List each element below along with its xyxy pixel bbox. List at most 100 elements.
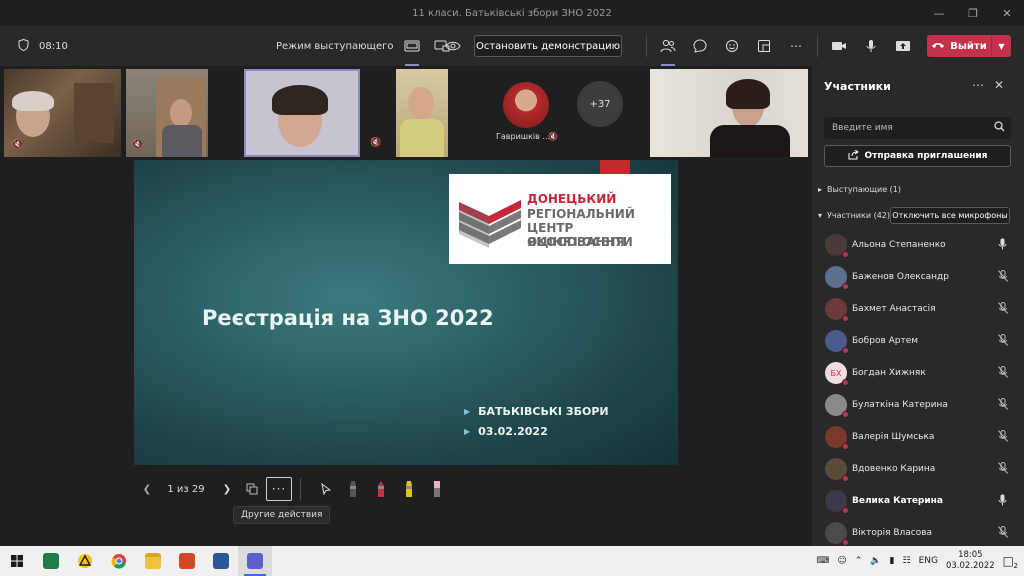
participant-name: Богдан Хижняк — [852, 368, 926, 378]
warning-app-icon[interactable] — [68, 546, 102, 576]
muted-mic-icon[interactable] — [998, 461, 1008, 477]
slide-controls: ❮ 1 из 29 ❯ ··· — [138, 476, 451, 502]
muted-mic-icon[interactable] — [998, 269, 1008, 285]
participant-row[interactable]: Альона Степаненко — [812, 229, 1024, 261]
powerpoint-app-icon[interactable] — [170, 546, 204, 576]
slide-overview-icon[interactable] — [238, 476, 266, 502]
leave-main[interactable]: Выйти — [927, 41, 991, 52]
video-tile-active-speaker[interactable] — [244, 69, 360, 157]
video-tile[interactable]: 🔇 — [4, 69, 121, 157]
teams-app-icon[interactable] — [238, 546, 272, 576]
muted-mic-icon: 🔇 — [12, 140, 24, 150]
avatar — [825, 522, 849, 546]
restore-icon[interactable]: ❐ — [956, 0, 990, 26]
divider — [817, 35, 818, 57]
section-label: Участники (42) — [827, 211, 891, 220]
more-actions-button[interactable]: ··· — [266, 477, 292, 501]
chat-icon[interactable] — [689, 35, 711, 57]
minimize-icon[interactable]: — — [922, 0, 956, 26]
logo-line: ЯКОСТІ ОСВІТИ — [527, 235, 633, 249]
file-explorer-app-icon[interactable] — [136, 546, 170, 576]
muted-mic-icon[interactable] — [998, 429, 1008, 445]
participant-row[interactable]: Баженов Олександр — [812, 261, 1024, 293]
network-icon[interactable]: ☷ — [903, 556, 911, 566]
avatar — [825, 394, 849, 418]
participant-row[interactable]: Вдовенко Карина — [812, 453, 1024, 485]
participant-row[interactable]: Велика Катерина — [812, 485, 1024, 517]
eraser-icon[interactable] — [423, 476, 451, 502]
word-app-icon[interactable] — [204, 546, 238, 576]
send-invitation-button[interactable]: Отправка приглашения — [824, 145, 1011, 167]
video-tile[interactable]: 🔇 — [126, 69, 208, 157]
rooms-icon[interactable] — [753, 35, 775, 57]
participant-name: Валерія Шумська — [852, 432, 935, 442]
muted-mic-icon[interactable] — [998, 525, 1008, 541]
page-indicator: 1 из 29 — [167, 483, 205, 495]
participant-row[interactable]: Валерія Шумська — [812, 421, 1024, 453]
presence-status-icon — [842, 411, 849, 418]
presence-status-icon — [842, 379, 849, 386]
close-window-icon[interactable]: ✕ — [990, 0, 1024, 26]
window-title: 11 класи. Батьківські збори ЗНО 2022 — [412, 7, 612, 19]
title-bar: 11 класи. Батьківські збори ЗНО 2022 — ❐… — [0, 0, 1024, 26]
avatar-tile[interactable]: Гавришків ... 🔇 — [496, 78, 558, 148]
next-slide-icon[interactable]: ❯ — [216, 476, 238, 502]
attendees-section[interactable]: ▾ Участники (42) — [818, 211, 890, 220]
previous-slide-icon[interactable]: ❮ — [138, 476, 156, 502]
clock[interactable]: 18:05 03.02.2022 — [946, 550, 995, 572]
avatar — [825, 234, 849, 258]
presenter-view-icon[interactable] — [401, 35, 423, 66]
leave-label: Выйти — [950, 40, 987, 52]
chrome-app-icon[interactable] — [102, 546, 136, 576]
divider — [646, 35, 647, 57]
reactions-icon[interactable] — [721, 35, 743, 57]
participant-search-input[interactable] — [824, 117, 1011, 139]
presence-status-icon — [842, 283, 849, 290]
microphone-icon[interactable] — [998, 238, 1007, 253]
slide-title: Реєстрація на ЗНО 2022 — [202, 306, 494, 330]
leave-button[interactable]: Выйти ▼ — [927, 35, 1011, 57]
excel-app-icon[interactable] — [34, 546, 68, 576]
language-indicator[interactable]: ENG — [919, 556, 938, 566]
laser-pointer-icon[interactable] — [313, 476, 339, 502]
chevron-up-icon[interactable]: ⌃ — [855, 556, 863, 566]
video-tile[interactable] — [650, 69, 808, 157]
muted-mic-icon[interactable] — [998, 397, 1008, 413]
user-icon[interactable]: ☺ — [837, 556, 846, 566]
overflow-participants[interactable]: +37 — [577, 81, 623, 127]
participant-row[interactable]: Булаткіна Катерина — [812, 389, 1024, 421]
close-panel-icon[interactable]: ✕ — [994, 78, 1004, 92]
divider — [300, 478, 301, 500]
participant-row[interactable]: Бобров Артем — [812, 325, 1024, 357]
keyboard-icon[interactable]: ⌨ — [816, 556, 829, 566]
participants-icon[interactable] — [657, 35, 679, 66]
stop-presenting-button[interactable]: Остановить демонстрацию — [474, 35, 622, 57]
presenters-section[interactable]: ▸ Выступающие (1) — [818, 185, 901, 194]
pen-red-icon[interactable] — [367, 476, 395, 502]
muted-mic-icon[interactable] — [998, 301, 1008, 317]
panel-more-icon[interactable]: ⋯ — [972, 78, 984, 92]
leave-options-chevron-icon[interactable]: ▼ — [991, 35, 1011, 57]
participant-row[interactable]: Бахмет Анастасія — [812, 293, 1024, 325]
muted-mic-icon[interactable] — [998, 333, 1008, 349]
speaker-icon[interactable]: 🔈 — [870, 556, 881, 566]
share-content-icon[interactable] — [892, 35, 914, 57]
participant-name: Велика Катерина — [852, 496, 943, 506]
video-tile[interactable] — [396, 69, 448, 157]
meeting-timer: 08:10 — [18, 26, 68, 66]
highlighter-icon[interactable] — [395, 476, 423, 502]
camera-icon[interactable] — [828, 35, 850, 57]
windows-start-icon[interactable] — [0, 546, 34, 576]
battery-icon[interactable]: ▮ — [890, 556, 895, 566]
microphone-icon[interactable] — [860, 35, 882, 57]
mute-all-button[interactable]: Отключить все микрофоны — [890, 207, 1010, 224]
muted-mic-icon[interactable] — [998, 365, 1008, 381]
participant-row[interactable]: БХ Богдан Хижняк — [812, 357, 1024, 389]
eye-icon[interactable] — [442, 35, 464, 57]
microphone-icon[interactable] — [998, 494, 1007, 509]
participant-row[interactable]: Вікторія Власова — [812, 517, 1024, 549]
notifications-icon[interactable]: □ 2 — [1003, 554, 1018, 570]
pen-black-icon[interactable] — [339, 476, 367, 502]
section-label: Выступающие (1) — [827, 185, 902, 194]
more-actions-icon[interactable]: ⋯ — [785, 35, 807, 57]
